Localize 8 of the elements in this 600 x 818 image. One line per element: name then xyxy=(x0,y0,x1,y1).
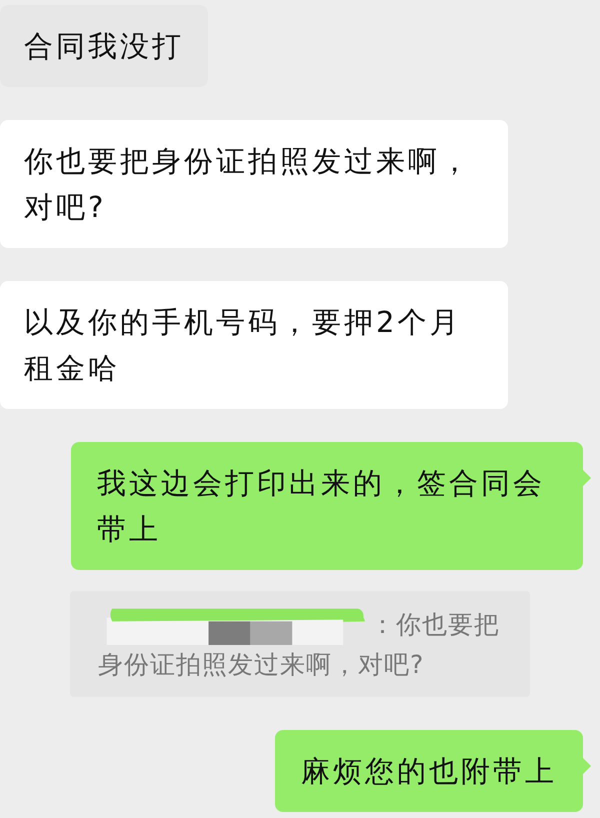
bubble-tail xyxy=(583,758,591,774)
message-bubble: 你也要把身份证拍照发过来啊，对吧? xyxy=(0,120,508,248)
message-bubble: 我这边会打印出来的，签合同会带上 xyxy=(71,442,583,570)
message-bubble: 合同我没打 xyxy=(0,5,208,87)
bubble-tail xyxy=(583,470,591,486)
message-bubble: 以及你的手机号码，要押2个月租金哈 xyxy=(0,281,508,409)
quoted-text: ：你也要把身份证拍照发过来啊，对吧? xyxy=(98,610,500,679)
message-bubble: 麻烦您的也附带上 xyxy=(275,730,583,812)
